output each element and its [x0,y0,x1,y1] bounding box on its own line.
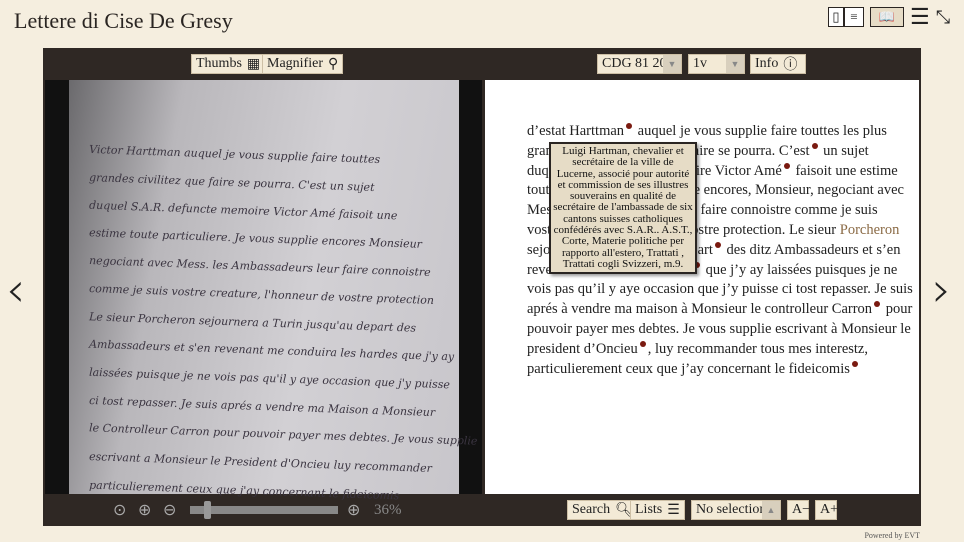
magnifier-label: Magnifier [267,56,323,71]
text-fragment: faisoit une estime [791,162,898,179]
info-icon: ⓘ [783,58,798,73]
text-fragment: vois pas qu’il y aye occasion que j’y pu… [527,281,913,298]
bottom-toolbar: ⊙ ⊕ ⊖ ⊕ 36% Search 🔍︎ Lists ☰ No selection… [43,494,921,526]
text-fragment: aire se pourra. C’est [692,142,810,159]
note-marker-icon[interactable] [851,360,858,367]
manuscript-image[interactable]: Victor Harttman auquel je vous supplie f… [69,80,478,502]
view-mode-bar: ▯ ≡ 📖 ☰ ⤡ [820,4,964,30]
text-line: president d’Oncieu , luy recommander tous… [527,340,913,360]
note-marker-icon[interactable] [811,142,818,149]
powered-by: Powered by EVT [864,531,920,540]
text-fragment: oire Victor Amé [688,162,782,179]
search-button[interactable]: Search 🔍︎ [567,500,638,520]
zoom-fit-icon[interactable]: ⊕ [138,500,151,519]
search-label: Search [572,502,611,517]
prev-page-arrow-icon[interactable]: ‹ [6,262,25,318]
text-line: d’estat Harttman auquel je vous supplie … [527,122,913,142]
note-marker-icon[interactable] [783,162,790,169]
text-fragment: tout [527,182,550,199]
text-fragment: vost [527,221,552,238]
text-fragment: particulierement ceux que j’ay concernan… [527,360,850,377]
app-title: Lettere di Cise De Gresy [14,8,233,33]
selection-value: No selection [696,502,767,517]
thumbs-button[interactable]: Thumbs ▦ [191,54,266,74]
document-value: CDG 81 20 [602,56,667,71]
page-select[interactable]: 1v ▼ [688,54,745,74]
zoom-out-icon[interactable]: ⊖ [163,500,176,519]
note-marker-icon[interactable] [714,241,721,248]
next-page-arrow-icon[interactable]: › [932,262,951,318]
single-page-icon[interactable]: ▯ [828,7,844,27]
font-increase-button[interactable]: A+ [815,500,839,520]
text-line: pouvoir payer mes debtes. Je vous suppli… [527,320,913,340]
zoom-slider-handle[interactable] [204,501,211,519]
text-fragment: pouvoir payer mes debtes. Je vous suppli… [527,320,911,337]
text-fragment: sejo [527,241,551,258]
collapse-icon[interactable]: ⤡ [936,7,950,28]
page-value: 1v [693,56,707,71]
book-icon[interactable]: 📖 [870,7,904,27]
lists-label: Lists [635,502,663,517]
viewer-frame: Thumbs ▦ Magnifier ⚲ CDG 81 20 ▼ 1v ▼ Info ⓘ … [43,48,921,526]
text-page-icon[interactable]: ≡ [844,7,864,27]
text-fragment: ie encores, Monsieur, negociant avec [689,182,904,199]
chevron-down-icon: ▼ [663,55,681,73]
text-line: vois pas qu’il y aye occasion que j’y pu… [527,280,913,300]
zoom-slider[interactable] [190,501,338,519]
chevron-up-icon: ▲ [762,501,780,519]
text-fragment: d’estat Harttman [527,123,625,139]
manuscript-image-pane[interactable]: Victor Harttman auquel je vous supplie f… [45,80,482,502]
note-tooltip: Luigi Hartman, chevalier et secrétaire d… [549,142,697,275]
info-button[interactable]: Info ⓘ [750,54,806,74]
text-line: aprés à vendre ma maison à Monsieur le c… [527,300,913,320]
text-fragment: aprés à vendre ma maison à Monsieur le c… [527,301,873,318]
text-fragment: auquel je vous supplie faire touttes les… [634,123,887,139]
document-select[interactable]: CDG 81 20 ▼ [597,54,682,74]
magnifier-icon: ⚲ [327,56,339,72]
list-icon: ☰ [667,502,680,518]
text-fragment: r faire connoistre comme je suis [691,202,878,219]
note-marker-icon[interactable] [639,340,646,347]
entity-link[interactable]: Porcheron [840,222,900,238]
menu-icon[interactable]: ☰ [910,4,930,30]
text-fragment: duq [527,162,549,179]
zoom-in-icon[interactable]: ⊕ [347,500,360,519]
chevron-down-icon: ▼ [726,55,744,73]
grid-icon: ▦ [246,56,261,72]
text-fragment: des ditz Ambassadeurs et s’en [722,241,901,258]
font-decrease-button[interactable]: A− [787,500,811,520]
text-fragment: un sujet [819,142,869,159]
magnifier-button[interactable]: Magnifier ⚲ [262,54,344,74]
zoom-reset-icon[interactable]: ⊙ [113,500,126,519]
text-line: particulierement ceux que j’ay concernan… [527,360,913,380]
text-fragment: president d’Oncieu [527,340,638,357]
thumbs-label: Thumbs [196,56,242,71]
info-label: Info [755,56,779,71]
text-fragment: que j’y ay laissées puisques je ne [701,261,898,278]
zoom-level: 36% [374,502,402,518]
text-fragment: pour [882,301,913,318]
lists-button[interactable]: Lists ☰ [630,500,685,520]
note-marker-icon[interactable] [874,301,881,308]
selection-select[interactable]: No selection ▲ [691,500,781,520]
font-decrease-label: A− [792,502,811,517]
note-marker-icon[interactable] [626,123,633,130]
text-fragment: ostre protection. Le sieur [691,221,840,238]
text-fragment: , luy recommander tous mes interestz, [647,340,868,357]
transcription-pane: d’estat Harttman auquel je vous supplie … [485,80,919,494]
font-increase-label: A+ [820,502,839,517]
